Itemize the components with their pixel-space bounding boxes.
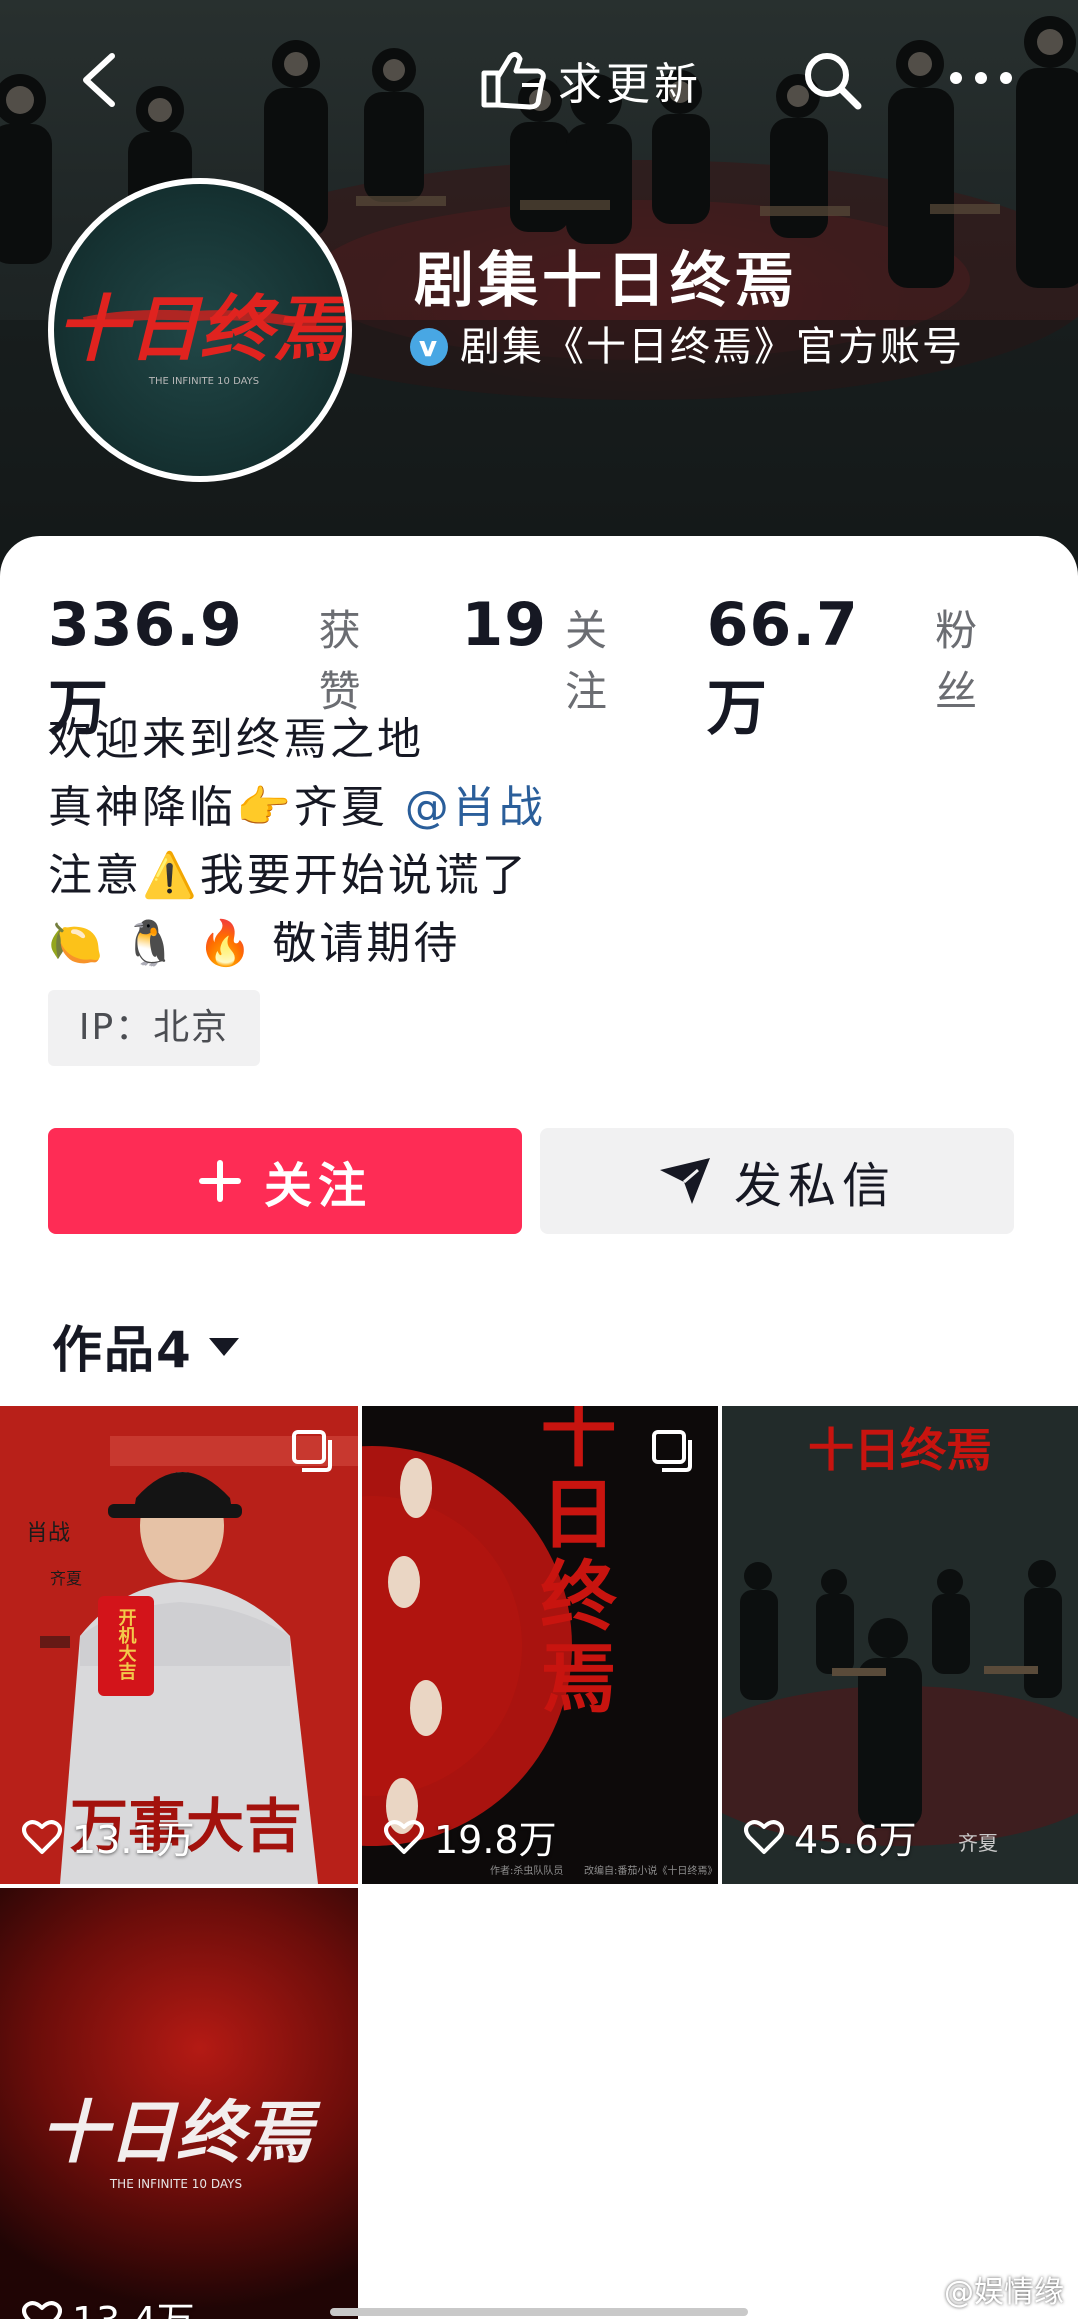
like-count-3: 45.6万 bbox=[744, 1809, 917, 1864]
avatar[interactable]: 十日终焉 THE INFINITE 10 DAYS bbox=[48, 178, 352, 482]
bio-line-1: 欢迎来到终焉之地 bbox=[48, 714, 424, 765]
like-count-1: 13.1万 bbox=[22, 1809, 195, 1864]
watermark: @娱情缘 bbox=[902, 2267, 1064, 2311]
stat-following-value: 19 bbox=[461, 590, 548, 660]
avatar-logo-text: 十日终焉 bbox=[56, 286, 346, 371]
bio-line-3-text: 我要开始说谎了 bbox=[199, 850, 529, 901]
avatar-logo-subtitle: THE INFINITE 10 DAYS bbox=[148, 376, 259, 387]
send-message-button[interactable]: 发私信 bbox=[540, 1128, 1014, 1234]
stat-likes-label: 获赞 bbox=[318, 606, 365, 716]
poster-badge: 开机大吉 bbox=[116, 1608, 137, 1681]
account-name: 剧集十日终焉 bbox=[414, 246, 798, 316]
heart-icon bbox=[22, 1819, 62, 1854]
tile-2-credits-left: 作者:杀虫队队员 bbox=[490, 1864, 563, 1877]
verified-text: 剧集《十日终焉》官方账号 bbox=[460, 324, 964, 370]
video-tile-1[interactable]: 肖战 齐夏 开机大吉 万事大吉 13.1万 bbox=[0, 1406, 358, 1884]
heart-icon bbox=[744, 1819, 784, 1854]
mention-link[interactable]: @肖战 bbox=[405, 782, 546, 833]
bio-line-4-text: 敬请期待 bbox=[272, 918, 461, 969]
multi-image-icon bbox=[652, 1430, 692, 1472]
bio: 欢迎来到终焉之地 真神降临👉齐夏 @肖战 注意⚠️我要开始说谎了 🍋 🐧 🔥 敬… bbox=[48, 706, 1028, 978]
bio-line-4-emojis: 🍋 🐧 🔥 bbox=[48, 918, 256, 969]
weibo-logo-icon bbox=[902, 2276, 937, 2304]
bio-line-3: 注意⚠️我要开始说谎了 bbox=[48, 842, 1028, 910]
request-update-label: 求更新 bbox=[558, 59, 702, 110]
tile-2-title: 十日终焉 bbox=[528, 1406, 617, 1720]
watermark-text: @娱情缘 bbox=[944, 2275, 1064, 2310]
heart-icon bbox=[384, 1819, 424, 1854]
send-message-label: 发私信 bbox=[733, 1158, 896, 1214]
like-count-4-value: 13.4万 bbox=[72, 2290, 195, 2319]
multi-image-icon bbox=[292, 1430, 332, 1472]
video-tile-3[interactable]: 十日终焉 齐夏 45.6万 bbox=[722, 1406, 1078, 1884]
request-update-button[interactable]: 求更新 bbox=[478, 42, 702, 118]
pointing-hand-emoji: 👉 bbox=[236, 782, 294, 833]
stat-followers-label: 粉丝 bbox=[935, 606, 982, 716]
hand-pointer-icon bbox=[481, 51, 546, 110]
like-count-2: 19.8万 bbox=[384, 1809, 557, 1864]
stat-following[interactable]: 19 关注 bbox=[462, 590, 655, 719]
profile-banner: 求更新 十日终焉 THE INFINITE 10 DAYS 剧集十日终焉 v 剧集… bbox=[0, 0, 1078, 580]
follow-button[interactable]: 关注 bbox=[48, 1128, 522, 1234]
warning-emoji: ⚠️ bbox=[142, 850, 200, 901]
like-count-3-value: 45.6万 bbox=[794, 1818, 917, 1862]
video-tile-2[interactable]: 十日终焉 作者:杀虫队队员 改编自:番茄小说《十日终焉》 19.8万 bbox=[362, 1406, 718, 1884]
like-count-4: 13.4万 bbox=[22, 2290, 195, 2319]
video-tile-4[interactable]: 十日终焉 THE INFINITE 10 DAYS 13.4万 bbox=[0, 1888, 358, 2319]
stats-row: 336.9万 获赞 19 关注 66.7万 粉丝 bbox=[48, 590, 1078, 744]
bio-line-4: 🍋 🐧 🔥 敬请期待 bbox=[48, 910, 1028, 978]
poster-role: 齐夏 bbox=[50, 1569, 82, 1588]
caret-down-icon bbox=[208, 1338, 239, 1356]
send-icon bbox=[659, 1158, 710, 1204]
like-count-1-value: 13.1万 bbox=[72, 1818, 195, 1862]
bio-line-2-prefix: 真神降临 bbox=[48, 782, 236, 833]
more-icon[interactable] bbox=[946, 58, 1016, 98]
avatar-logo: 十日终焉 THE INFINITE 10 DAYS bbox=[56, 286, 346, 387]
search-icon[interactable] bbox=[800, 48, 864, 112]
home-indicator[interactable] bbox=[330, 2308, 748, 2316]
poster-name: 肖战 bbox=[26, 1521, 70, 1546]
bio-line-2: 真神降临👉齐夏 @肖战 bbox=[48, 774, 1028, 842]
verified-description: v 剧集《十日终焉》官方账号 bbox=[410, 320, 1020, 374]
tile-2-credits-right: 改编自:番茄小说《十日终焉》 bbox=[584, 1864, 717, 1877]
like-count-2-value: 19.8万 bbox=[434, 1818, 557, 1862]
tile-3-caption: 齐夏 bbox=[958, 1831, 998, 1855]
ip-location-tag: IP：北京 bbox=[48, 990, 260, 1066]
plus-icon bbox=[198, 1160, 241, 1202]
heart-icon bbox=[22, 2300, 62, 2319]
tile-4-subtitle: THE INFINITE 10 DAYS bbox=[109, 2177, 242, 2191]
video-thumbnail-4: 十日终焉 THE INFINITE 10 DAYS bbox=[40, 2093, 321, 2191]
works-tab-label: 作品4 bbox=[52, 1321, 193, 1379]
stat-following-label: 关注 bbox=[565, 606, 612, 716]
verified-badge-icon: v bbox=[410, 328, 448, 366]
tile-3-title: 十日终焉 bbox=[808, 1423, 992, 1477]
bio-line-3-prefix: 注意 bbox=[48, 850, 142, 901]
follow-label: 关注 bbox=[263, 1158, 372, 1214]
back-icon[interactable] bbox=[72, 48, 128, 112]
works-tab[interactable]: 作品4 bbox=[52, 1310, 241, 1382]
tile-4-title: 十日终焉 bbox=[40, 2093, 321, 2173]
bio-line-2-text: 齐夏 bbox=[293, 782, 388, 833]
